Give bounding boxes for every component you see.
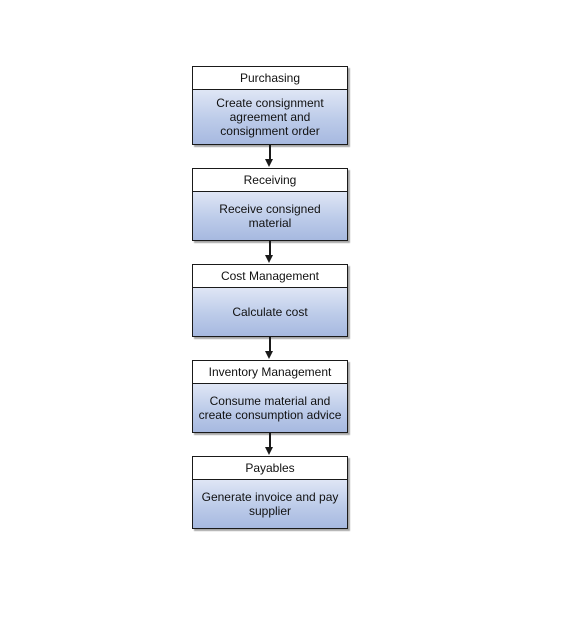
- step-payables: Payables Generate invoice and pay suppli…: [192, 456, 348, 529]
- arrow-cost-management-to-inventory-management: [265, 337, 273, 360]
- flowchart-canvas: Purchasing Create consignment agreement …: [0, 0, 576, 624]
- step-receiving: Receiving Receive consigned material: [192, 168, 348, 241]
- arrow-inventory-management-to-payables: [265, 433, 273, 456]
- step-body: Calculate cost: [193, 288, 347, 336]
- step-header: Purchasing: [193, 67, 347, 90]
- step-header: Cost Management: [193, 265, 347, 288]
- step-body: Generate invoice and pay supplier: [193, 480, 347, 528]
- arrow-line: [269, 145, 271, 160]
- arrow-head-icon: [265, 351, 273, 359]
- arrow-receiving-to-cost-management: [265, 241, 273, 264]
- arrow-line: [269, 337, 271, 352]
- step-body: Consume material and create consumption …: [193, 384, 347, 432]
- arrow-head-icon: [265, 447, 273, 455]
- step-body: Receive consigned material: [193, 192, 347, 240]
- step-header: Inventory Management: [193, 361, 347, 384]
- step-header: Receiving: [193, 169, 347, 192]
- arrow-head-icon: [265, 255, 273, 263]
- step-header: Payables: [193, 457, 347, 480]
- step-inventory-management: Inventory Management Consume material an…: [192, 360, 348, 433]
- step-body: Create consignment agreement and consign…: [193, 90, 347, 144]
- arrow-purchasing-to-receiving: [265, 145, 273, 168]
- arrow-head-icon: [265, 159, 273, 167]
- step-cost-management: Cost Management Calculate cost: [192, 264, 348, 337]
- step-purchasing: Purchasing Create consignment agreement …: [192, 66, 348, 145]
- arrow-line: [269, 241, 271, 256]
- arrow-line: [269, 433, 271, 448]
